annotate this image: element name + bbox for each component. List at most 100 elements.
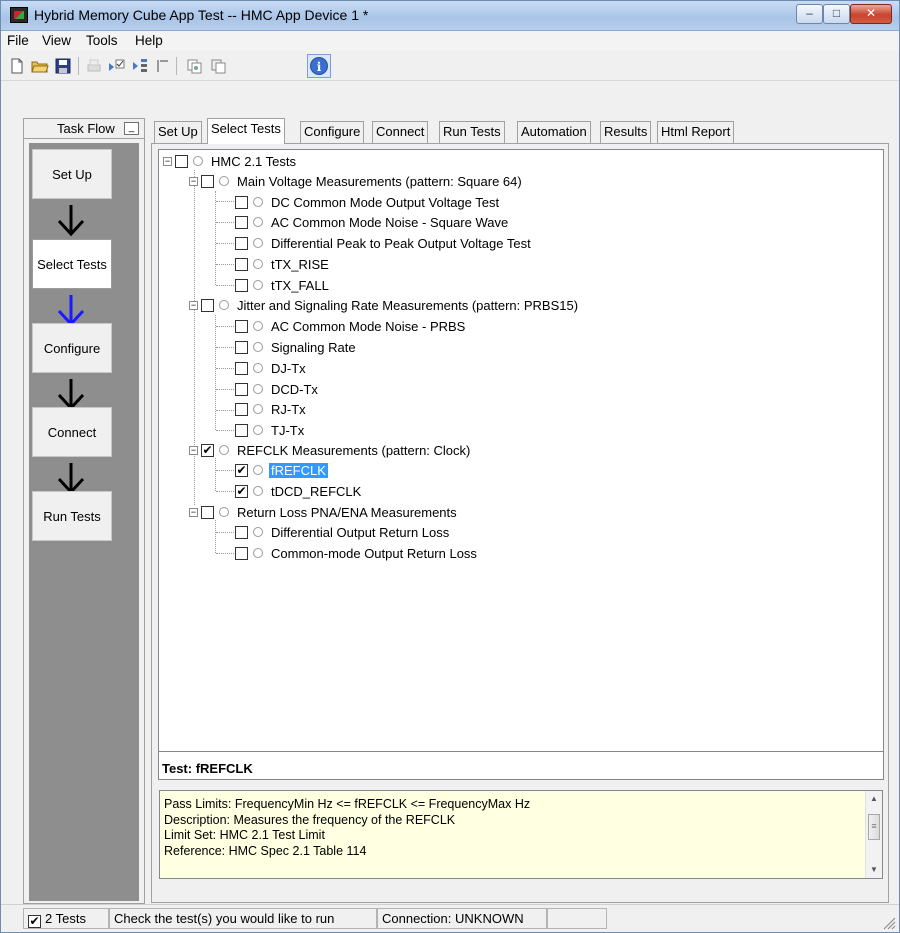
tree-item-checkbox[interactable] — [235, 546, 248, 560]
tree-item[interactable]: ✔ fREFCLK — [235, 460, 328, 480]
collapse-icon[interactable]: − — [189, 300, 198, 310]
resize-grip-icon[interactable] — [882, 916, 896, 930]
tab-html-report[interactable]: Html Report — [657, 121, 735, 143]
tree-item[interactable]: DC Common Mode Output Voltage Test — [235, 192, 501, 212]
reference-text: Reference: HMC Spec 2.1 Table 114 — [164, 843, 367, 858]
tree-item-checkbox[interactable]: ✔ — [235, 484, 248, 498]
task-flow-minimize-button[interactable]: _ — [124, 122, 139, 135]
down-arrow-icon — [57, 379, 85, 411]
tree-group-checkbox[interactable] — [201, 505, 214, 519]
copy-icon[interactable] — [185, 57, 203, 75]
tree-item-checkbox[interactable] — [235, 402, 248, 416]
tree-item-label: Signaling Rate — [271, 339, 356, 355]
tree-item[interactable]: Differential Peak to Peak Output Voltage… — [235, 233, 533, 253]
test-tree[interactable]: − HMC 2.1 Tests − Main Voltage Measureme… — [158, 149, 884, 752]
test-description-box[interactable]: Pass Limits: FrequencyMin Hz <= fREFCLK … — [159, 790, 883, 879]
flow-step-connect[interactable]: Connect — [32, 407, 112, 457]
tree-item-checkbox[interactable] — [235, 423, 248, 437]
tree-item[interactable]: DCD-Tx — [235, 379, 320, 399]
tree-group[interactable]: − Return Loss PNA/ENA Measurements — [189, 502, 459, 522]
empty-status-cell — [547, 908, 607, 929]
maximize-button[interactable]: □ — [823, 4, 850, 24]
close-button[interactable]: ✕ — [850, 4, 892, 24]
menu-view[interactable]: View — [42, 33, 71, 48]
tree-item-checkbox[interactable] — [235, 236, 248, 250]
new-file-icon[interactable] — [8, 57, 26, 75]
tree-connector — [216, 430, 234, 431]
description-scrollbar[interactable]: ▲ ≡ ▼ — [865, 791, 882, 878]
tree-item-checkbox[interactable] — [235, 319, 248, 333]
tree-connector — [216, 532, 234, 533]
print-icon[interactable] — [85, 57, 103, 75]
scroll-down-icon[interactable]: ▼ — [866, 862, 882, 878]
status-icon — [253, 280, 263, 290]
tree-item-checkbox[interactable] — [235, 340, 248, 354]
tab-connect[interactable]: Connect — [372, 121, 429, 143]
tree-item[interactable]: AC Common Mode Noise - PRBS — [235, 316, 467, 336]
tree-item-checkbox[interactable] — [235, 195, 248, 209]
flow-step-select-tests[interactable]: Select Tests — [32, 239, 112, 289]
tree-group[interactable]: − Jitter and Signaling Rate Measurements… — [189, 295, 580, 315]
menu-help[interactable]: Help — [135, 33, 163, 48]
menu-file[interactable]: File — [7, 33, 29, 48]
collapse-icon[interactable]: − — [189, 176, 198, 186]
flow-step-run-tests[interactable]: Run Tests — [32, 491, 112, 541]
run-selected-icon[interactable] — [131, 57, 149, 75]
tab-configure[interactable]: Configure — [300, 121, 365, 143]
tree-item[interactable]: Common-mode Output Return Loss — [235, 543, 479, 563]
info-button[interactable]: i — [307, 54, 331, 78]
tab-set-up[interactable]: Set Up — [154, 121, 202, 143]
collapse-icon[interactable]: − — [189, 507, 198, 517]
tree-item[interactable]: ✔ tDCD_REFCLK — [235, 481, 363, 501]
tree-group-checkbox[interactable]: ✔ — [201, 443, 214, 457]
tree-group[interactable]: − ✔ REFCLK Measurements (pattern: Clock) — [189, 440, 472, 460]
flow-step-configure[interactable]: Configure — [32, 323, 112, 373]
tree-item[interactable]: DJ-Tx — [235, 358, 308, 378]
paste-icon[interactable] — [209, 57, 227, 75]
description-text: Description: Measures the frequency of t… — [164, 812, 456, 827]
app-icon — [10, 7, 28, 23]
tree-item[interactable]: tTX_FALL — [235, 275, 331, 295]
tree-item-checkbox[interactable]: ✔ — [235, 463, 248, 477]
tab-select-tests[interactable]: Select Tests — [207, 118, 285, 144]
tree-item-checkbox[interactable] — [235, 215, 248, 229]
tree-item-checkbox[interactable] — [235, 525, 248, 539]
tree-item[interactable]: AC Common Mode Noise - Square Wave — [235, 212, 510, 232]
app-window: Hybrid Memory Cube App Test -- HMC App D… — [0, 0, 900, 933]
collapse-icon[interactable]: − — [163, 156, 172, 166]
tree-root[interactable]: − HMC 2.1 Tests — [163, 151, 298, 171]
tree-item-checkbox[interactable] — [235, 278, 248, 292]
tree-item-checkbox[interactable] — [235, 361, 248, 375]
collapse-icon[interactable]: − — [189, 445, 198, 455]
tree-item[interactable]: TJ-Tx — [235, 420, 306, 440]
tree-item[interactable]: Signaling Rate — [235, 337, 358, 357]
tree-item-label: Common-mode Output Return Loss — [271, 545, 477, 561]
flow-step-set-up[interactable]: Set Up — [32, 149, 112, 199]
tests-count-status: ✔ 2 Tests — [23, 908, 109, 929]
open-folder-icon[interactable] — [31, 57, 49, 75]
tree-item-checkbox[interactable] — [235, 382, 248, 396]
tree-group-checkbox[interactable] — [201, 298, 214, 312]
tree-root-checkbox[interactable] — [175, 154, 188, 168]
scroll-up-icon[interactable]: ▲ — [866, 791, 882, 807]
tree-item-checkbox[interactable] — [235, 257, 248, 271]
tab-automation[interactable]: Automation — [517, 121, 591, 143]
task-flow-pane: Task Flow _ Set Up Select Tests Configur… — [23, 118, 145, 904]
title-bar[interactable]: Hybrid Memory Cube App Test -- HMC App D… — [1, 1, 899, 31]
tests-count-text: 2 Tests — [45, 911, 86, 926]
tree-group-checkbox[interactable] — [201, 174, 214, 188]
minimize-button[interactable]: – — [796, 4, 823, 24]
scroll-thumb[interactable]: ≡ — [868, 814, 880, 840]
tree-item[interactable]: Differential Output Return Loss — [235, 522, 451, 542]
stop-icon[interactable] — [153, 57, 171, 75]
tree-item[interactable]: RJ-Tx — [235, 399, 308, 419]
toolbar-separator — [176, 57, 177, 75]
menu-tools[interactable]: Tools — [86, 33, 118, 48]
tree-item[interactable]: tTX_RISE — [235, 254, 331, 274]
tab-run-tests[interactable]: Run Tests — [439, 121, 505, 143]
run-checked-icon[interactable] — [107, 57, 125, 75]
tree-item-label: TJ-Tx — [271, 422, 305, 438]
save-icon[interactable] — [54, 57, 72, 75]
tab-results[interactable]: Results — [600, 121, 652, 143]
tree-group[interactable]: − Main Voltage Measurements (pattern: Sq… — [189, 171, 524, 191]
